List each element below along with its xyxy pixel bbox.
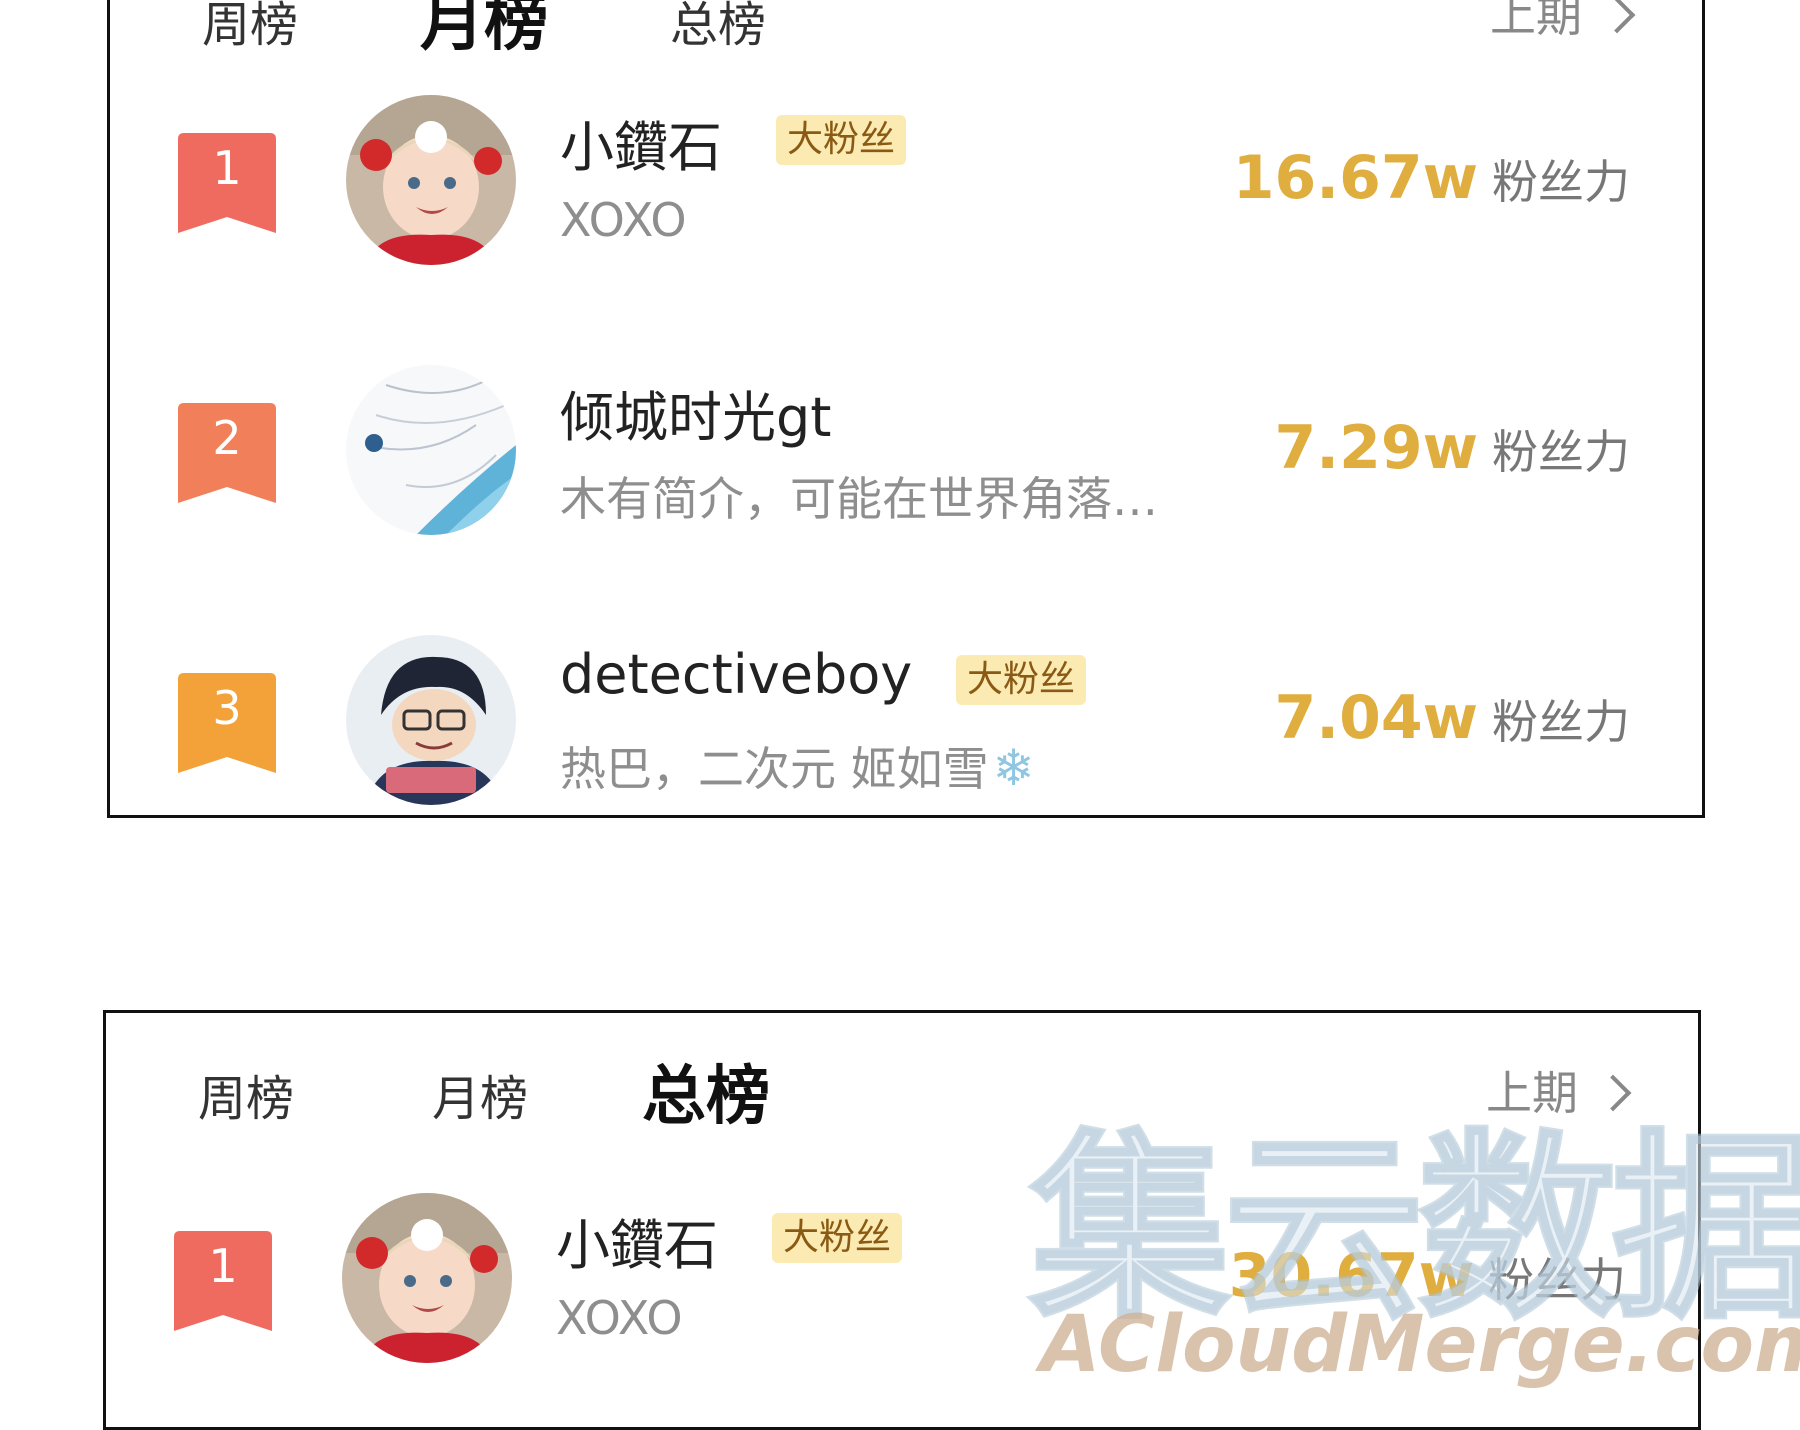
- user-bio: XOXO: [560, 193, 687, 247]
- tab-weekly[interactable]: 周榜: [202, 0, 298, 55]
- snowflake-icon: ❄: [992, 739, 1035, 797]
- previous-period-label: 上期: [1490, 0, 1582, 42]
- fan-power-unit: 粉丝力: [1492, 425, 1630, 479]
- ranking-tabs: 周榜 月榜 总榜 上期: [106, 1033, 1698, 1134]
- avatar[interactable]: [346, 95, 516, 265]
- rank-ribbon-badge: 3: [178, 673, 276, 773]
- user-name[interactable]: detectiveboy: [560, 643, 912, 706]
- fan-power: 7.04w 粉丝力: [1275, 683, 1630, 753]
- big-fan-badge: 大粉丝: [772, 1213, 903, 1263]
- tab-monthly[interactable]: 月榜: [432, 1059, 528, 1129]
- fan-power: 7.29w 粉丝力: [1275, 413, 1630, 483]
- ranking-row[interactable]: 1 小鑽石 大粉丝 XOXO 30.67w 粉丝力: [106, 1183, 1698, 1383]
- big-fan-badge: 大粉丝: [956, 655, 1087, 705]
- user-name[interactable]: 小鑽石: [556, 1201, 718, 1280]
- user-bio-text: 热巴，二次元 姬如雪: [560, 742, 989, 796]
- rank-ribbon-badge: 1: [174, 1231, 272, 1331]
- fan-power-value: 16.67w: [1232, 143, 1478, 213]
- rank-ribbon-badge: 2: [178, 403, 276, 503]
- fan-power-unit: 粉丝力: [1488, 1253, 1626, 1307]
- rank-ribbon-badge: 1: [178, 133, 276, 233]
- ranking-row[interactable]: 2 倾城时光gt 木有简介，可能在世界角落… 7.29w 粉丝力: [110, 355, 1702, 555]
- user-bio: 木有简介，可能在世界角落…: [560, 472, 1158, 526]
- rank-number: 1: [208, 1239, 238, 1293]
- avatar[interactable]: [346, 635, 516, 805]
- rank-number: 1: [212, 141, 242, 195]
- rank-number: 2: [212, 411, 242, 465]
- fan-power-unit: 粉丝力: [1492, 155, 1630, 209]
- monthly-ranking-panel: 周榜 月榜 总榜 上期 1 小鑽石 大粉丝 XOXO 16.67w 粉丝力 2 …: [107, 0, 1705, 818]
- tab-total[interactable]: 总榜: [670, 0, 766, 55]
- fan-power-value: 30.67w: [1228, 1241, 1474, 1311]
- big-fan-badge: 大粉丝: [776, 115, 907, 165]
- total-ranking-panel: 周榜 月榜 总榜 上期 1 小鑽石 大粉丝 XOXO 30.67w 粉丝力: [103, 1010, 1701, 1430]
- avatar[interactable]: [342, 1193, 512, 1363]
- tab-monthly[interactable]: 月榜: [420, 0, 548, 63]
- fan-power-value: 7.29w: [1274, 413, 1478, 483]
- previous-period-link[interactable]: 上期: [1490, 0, 1636, 45]
- fan-power: 16.67w 粉丝力: [1233, 143, 1630, 213]
- previous-period-label: 上期: [1486, 1066, 1578, 1120]
- user-name[interactable]: 倾城时光gt: [560, 373, 831, 452]
- rank-number: 3: [212, 681, 242, 735]
- user-bio: XOXO: [556, 1291, 683, 1345]
- ranking-row[interactable]: 3 detectiveboy 大粉丝 热巴，二次元 姬如雪❄ 7.04w 粉丝力: [110, 625, 1702, 815]
- ranking-tabs: 周榜 月榜 总榜 上期: [110, 0, 1702, 60]
- previous-period-link[interactable]: 上期: [1486, 1057, 1632, 1123]
- tab-weekly[interactable]: 周榜: [198, 1059, 294, 1129]
- tab-total[interactable]: 总榜: [642, 1045, 770, 1137]
- fan-power-value: 7.04w: [1274, 683, 1478, 753]
- fan-power-unit: 粉丝力: [1492, 695, 1630, 749]
- chevron-right-icon: [1598, 0, 1636, 33]
- chevron-right-icon: [1594, 1074, 1632, 1111]
- user-name[interactable]: 小鑽石: [560, 103, 722, 182]
- ranking-row[interactable]: 1 小鑽石 大粉丝 XOXO 16.67w 粉丝力: [110, 85, 1702, 285]
- avatar[interactable]: [346, 365, 516, 535]
- user-bio: 热巴，二次元 姬如雪❄: [560, 733, 1035, 799]
- fan-power: 30.67w 粉丝力: [1229, 1241, 1626, 1311]
